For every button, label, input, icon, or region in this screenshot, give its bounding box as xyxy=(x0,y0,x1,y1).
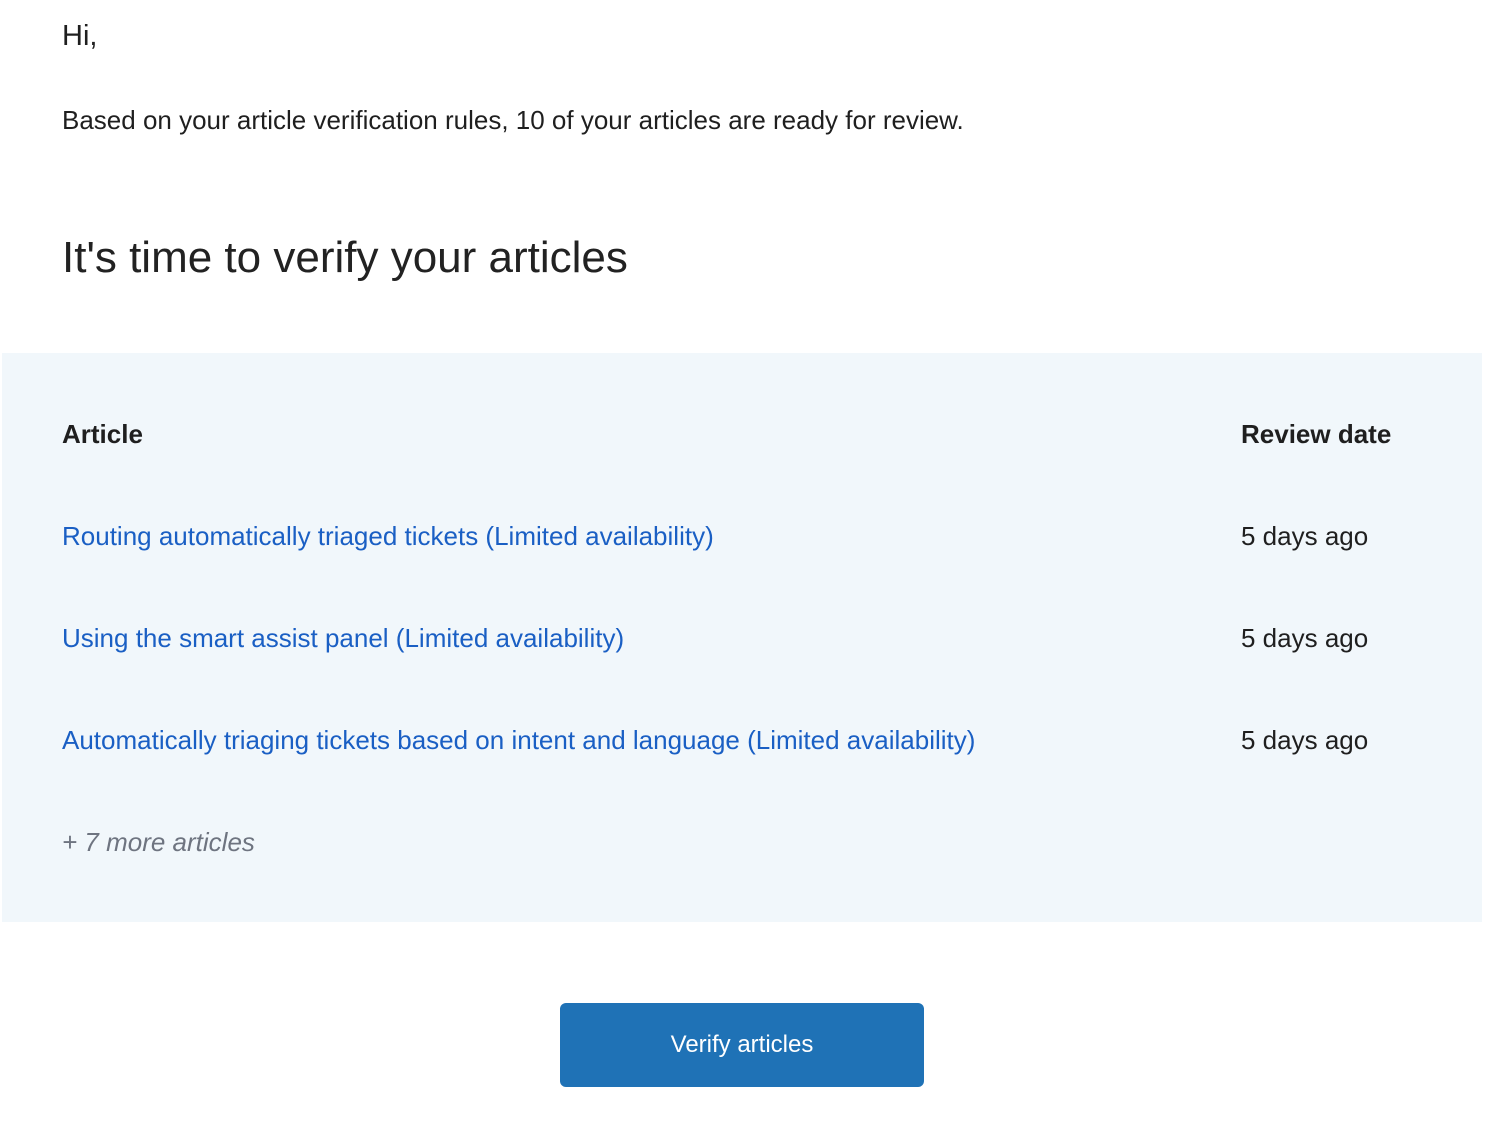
article-link[interactable]: Using the smart assist panel (Limited av… xyxy=(62,618,624,658)
verify-articles-button[interactable]: Verify articles xyxy=(560,1003,924,1087)
column-header-article: Article xyxy=(62,419,143,449)
article-link[interactable]: Automatically triaging tickets based on … xyxy=(62,720,975,760)
intro-text: Based on your article verification rules… xyxy=(62,105,964,135)
review-date: 5 days ago xyxy=(1241,623,1369,653)
column-header-review-date: Review date xyxy=(1241,419,1392,449)
review-date: 5 days ago xyxy=(1241,725,1369,755)
more-articles-note: + 7 more articles xyxy=(62,827,255,857)
greeting-text: Hi, xyxy=(62,20,98,52)
page-title: It's time to verify your articles xyxy=(62,233,628,282)
article-link[interactable]: Routing automatically triaged tickets (L… xyxy=(62,516,714,556)
review-date: 5 days ago xyxy=(1241,521,1369,551)
